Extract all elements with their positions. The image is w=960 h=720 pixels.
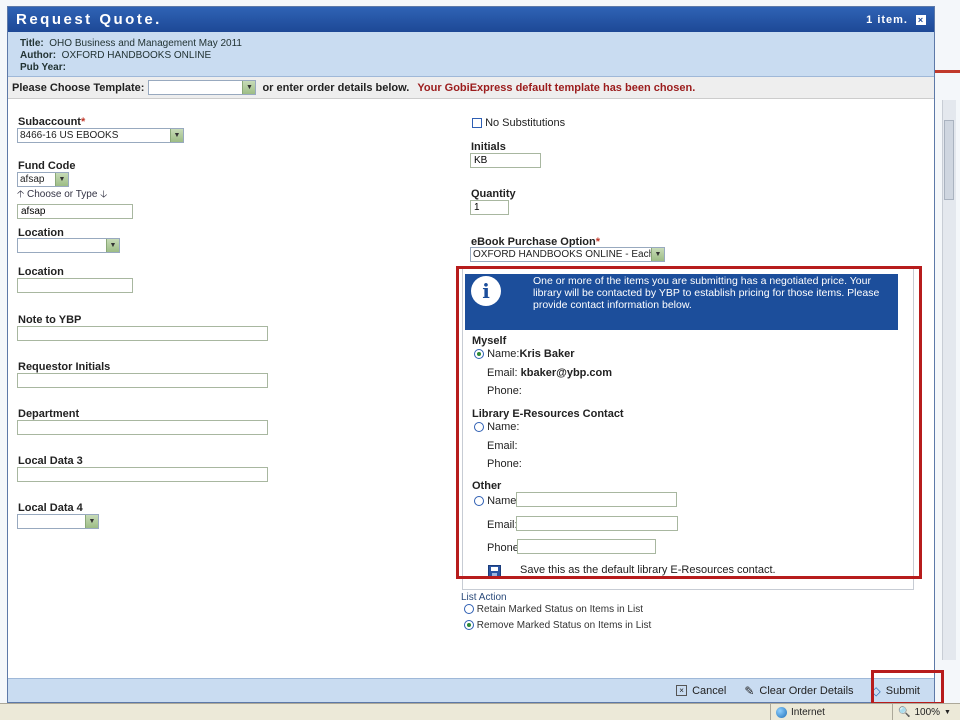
subaccount-label: Subaccount* xyxy=(18,116,86,128)
subaccount-select[interactable]: 8466-16 US EBOOKS ▼ xyxy=(17,128,184,143)
location-input[interactable] xyxy=(17,278,133,293)
list-action-label: List Action xyxy=(461,592,507,603)
item-count-label: 1 item. xyxy=(866,13,908,26)
note-to-ybp-label: Note to YBP xyxy=(18,314,82,326)
page-scrollbar-thumb[interactable] xyxy=(944,120,954,200)
ebook-option-select[interactable]: OXFORD HANDBOOKS ONLINE - Each ▼ xyxy=(470,247,665,262)
location-text-label: Location xyxy=(18,266,64,278)
dialog-titlebar: Request Quote. 1 item. × xyxy=(8,7,934,32)
author-value: OXFORD HANDBOOKS ONLINE xyxy=(61,50,212,61)
chevron-down-icon: ▼ xyxy=(170,129,183,142)
browser-statusbar: Internet 🔍 100% ▼ xyxy=(0,703,960,720)
arrow-down-icon: 🡣 xyxy=(100,189,108,200)
close-icon[interactable]: × xyxy=(916,14,926,25)
item-info-band: Title: OHO Business and Management May 2… xyxy=(8,32,934,77)
highlight-frame-submit xyxy=(871,670,944,705)
local-data-4-label: Local Data 4 xyxy=(18,502,83,514)
requestor-initials-input[interactable] xyxy=(17,373,268,388)
retain-status-row: Retain Marked Status on Items in List xyxy=(464,604,643,615)
chevron-down-icon: ▼ xyxy=(944,708,951,716)
no-substitutions-label: No Substitutions xyxy=(485,117,566,129)
quantity-label: Quantity xyxy=(471,188,516,200)
template-message: Your GobiExpress default template has be… xyxy=(417,81,696,94)
local-data-4-select[interactable]: ▼ xyxy=(17,514,99,529)
magnifier-icon: 🔍 xyxy=(898,706,911,718)
arrow-up-icon: 🡡 xyxy=(17,189,25,200)
close-icon: × xyxy=(676,685,688,696)
globe-icon xyxy=(776,706,787,718)
choose-or-type-toggle[interactable]: 🡡 Choose or Type 🡣 xyxy=(17,187,107,204)
no-substitutions-row: No Substitutions xyxy=(472,117,565,129)
chevron-down-icon: ▼ xyxy=(242,81,256,94)
eraser-icon: ✎ xyxy=(744,683,755,698)
remove-status-radio[interactable] xyxy=(464,620,474,631)
title-value: OHO Business and Management May 2011 xyxy=(49,38,242,49)
item-count: 1 item. × xyxy=(866,14,926,26)
clear-order-details-button[interactable]: ✎ Clear Order Details xyxy=(744,684,853,698)
title-row: Title: OHO Business and Management May 2… xyxy=(20,38,242,49)
zoom-control[interactable]: 🔍 100% ▼ xyxy=(892,703,960,720)
retain-status-radio[interactable] xyxy=(464,604,474,615)
chevron-down-icon: ▼ xyxy=(106,239,119,252)
chevron-down-icon: ▼ xyxy=(85,515,98,528)
author-row: Author: OXFORD HANDBOOKS ONLINE xyxy=(20,50,212,61)
template-select[interactable]: ▼ xyxy=(148,80,257,95)
local-data-3-label: Local Data 3 xyxy=(18,455,83,467)
highlight-frame-contact xyxy=(456,266,922,579)
security-zone: Internet xyxy=(770,703,892,720)
fund-code-input[interactable] xyxy=(17,204,133,219)
template-label: Please Choose Template: xyxy=(12,81,145,94)
chevron-down-icon: ▼ xyxy=(651,248,664,261)
template-row: Please Choose Template: ▼ or enter order… xyxy=(8,77,934,99)
no-substitutions-checkbox[interactable] xyxy=(472,118,482,129)
initials-label: Initials xyxy=(471,141,506,153)
dialog-footer: × Cancel ✎ Clear Order Details ◇ Submit xyxy=(8,678,934,702)
pubyear-row: Pub Year: xyxy=(20,62,66,73)
quantity-input[interactable] xyxy=(470,200,509,215)
chevron-down-icon: ▼ xyxy=(55,173,68,186)
dialog-title: Request Quote. xyxy=(16,11,162,28)
initials-input[interactable] xyxy=(470,153,541,168)
note-to-ybp-input[interactable] xyxy=(17,326,268,341)
template-or-text: or enter order details below. xyxy=(262,81,410,94)
local-data-3-input[interactable] xyxy=(17,467,268,482)
location-select[interactable]: ▼ xyxy=(17,238,120,253)
department-label: Department xyxy=(18,408,80,420)
remove-status-row: Remove Marked Status on Items in List xyxy=(464,620,651,631)
department-input[interactable] xyxy=(17,420,268,435)
fund-code-select[interactable]: afsap ▼ xyxy=(17,172,69,187)
cancel-button[interactable]: × Cancel xyxy=(676,685,726,697)
requestor-initials-label: Requestor Initials xyxy=(18,361,111,373)
fund-code-label: Fund Code xyxy=(18,160,76,172)
background-accent-stripe xyxy=(934,70,960,73)
